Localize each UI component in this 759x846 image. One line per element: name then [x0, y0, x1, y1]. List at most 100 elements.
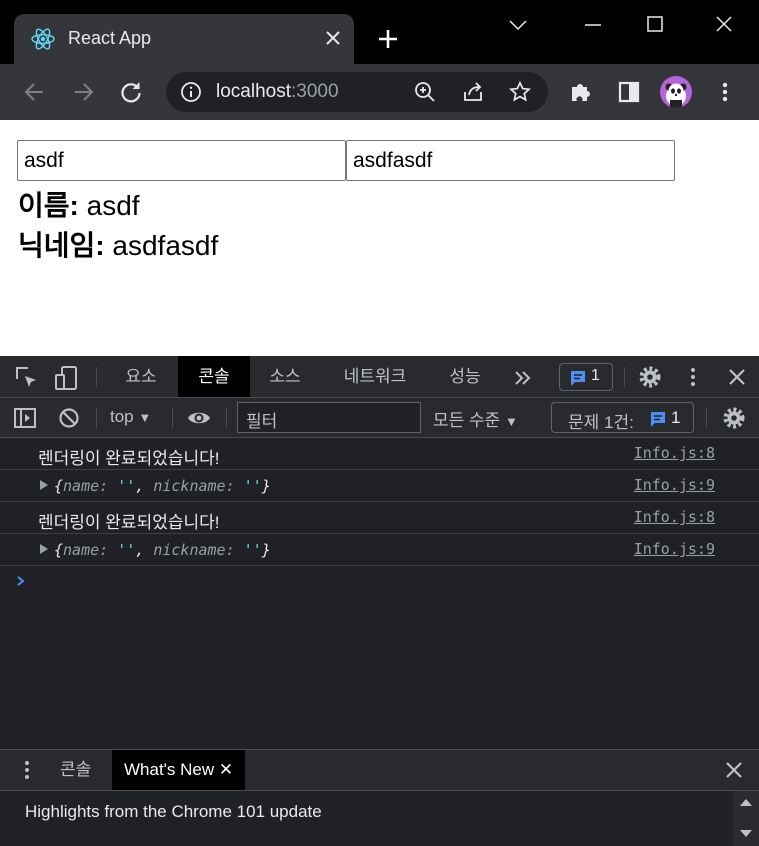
console-object-preview[interactable]: {name: '', nickname: ''} — [40, 541, 271, 559]
browser-menu-icon[interactable] — [711, 78, 739, 106]
more-tabs-chevron-icon[interactable] — [510, 365, 536, 391]
console-filter-input[interactable]: 필터 — [237, 402, 421, 433]
whats-new-headline: Highlights from the Chrome 101 update — [25, 802, 322, 821]
console-output: 렌더링이 완료되었습니다! Info.js:8 {name: '', nickn… — [0, 438, 759, 749]
object-key: name — [63, 477, 100, 495]
site-info-icon[interactable] — [180, 81, 202, 103]
bookmark-star-icon[interactable] — [508, 80, 532, 104]
console-object-preview[interactable]: {name: '', nickname: ''} — [40, 477, 271, 495]
extensions-puzzle-icon[interactable] — [567, 78, 595, 106]
nickname-input[interactable] — [346, 140, 675, 181]
whats-new-panel: Highlights from the Chrome 101 update — [0, 791, 759, 846]
object-key: nickname — [153, 477, 226, 495]
toolbar-separator — [624, 367, 625, 387]
context-selector[interactable]: top ▼ — [110, 407, 151, 427]
tab-elements[interactable]: 요소 — [108, 356, 174, 397]
name-display: 이름: asdf — [18, 184, 140, 224]
log-levels-dropdown[interactable]: 모든 수준 ▼ — [433, 406, 518, 431]
tab-sources[interactable]: 소스 — [254, 356, 316, 397]
settings-gear-icon[interactable] — [637, 364, 663, 390]
close-devtools-icon[interactable] — [724, 364, 750, 390]
live-expression-eye-icon[interactable] — [186, 405, 212, 431]
toolbar-separator — [96, 367, 97, 387]
console-message: {name: '', nickname: ''} Info.js:9 — [0, 470, 759, 502]
drawer-tab-console[interactable]: 콘솔 — [60, 750, 91, 790]
console-settings-gear-icon[interactable] — [721, 405, 747, 431]
new-tab-icon[interactable] — [374, 25, 402, 53]
expand-triangle-icon[interactable] — [40, 480, 48, 490]
issues-count: 1 — [671, 408, 681, 427]
toolbar-separator — [96, 408, 97, 428]
issues-label: 문제 1건: — [568, 413, 634, 432]
scroll-down-arrow-icon[interactable] — [739, 829, 753, 839]
issues-button[interactable]: 문제 1건: 1 — [551, 402, 694, 433]
url-text: localhost:3000 — [216, 81, 339, 103]
panda-avatar-icon — [665, 83, 687, 108]
nickname-label: 닉네임: — [18, 230, 105, 261]
log-levels-label: 모든 수준 — [433, 411, 501, 430]
tab-console[interactable]: 콘솔 — [178, 356, 250, 397]
console-prompt-chevron-icon[interactable] — [14, 574, 28, 588]
device-toolbar-icon[interactable] — [54, 365, 80, 391]
browser-tab[interactable]: React App — [14, 14, 354, 64]
object-value: '' — [243, 541, 262, 559]
scroll-up-arrow-icon[interactable] — [739, 797, 753, 807]
maximize-icon[interactable] — [635, 10, 675, 40]
expand-triangle-icon[interactable] — [40, 544, 48, 554]
drawer-tab-whats-new[interactable]: What's New ✕ — [112, 750, 246, 790]
devtools-menu-icon[interactable] — [680, 364, 706, 390]
scrollbar[interactable] — [733, 791, 759, 846]
source-link[interactable]: Info.js:8 — [634, 444, 715, 462]
name-input[interactable] — [17, 140, 346, 181]
close-drawer-icon[interactable] — [721, 757, 747, 783]
source-link[interactable]: Info.js:9 — [634, 540, 715, 558]
console-filter-bar: top ▼ 필터 모든 수준 ▼ 문제 1건: 1 — [0, 398, 759, 438]
dropdown-arrow-icon: ▼ — [138, 410, 152, 425]
object-value: '' — [117, 541, 136, 559]
drawer-tab-bar: 콘솔 What's New ✕ — [0, 749, 759, 791]
profile-avatar[interactable] — [660, 76, 692, 108]
console-message-text: 렌더링이 완료되었습니다! — [38, 513, 220, 532]
devtools-panel: 요소 콘솔 소스 네트워크 성능 1 top ▼ 필터 모든 수준 ▼ 문제 1… — [0, 356, 759, 846]
toolbar-separator — [226, 408, 227, 428]
tab-title: React App — [68, 28, 152, 48]
reload-icon[interactable] — [117, 78, 145, 106]
tab-network[interactable]: 네트워크 — [330, 356, 420, 397]
issue-message-icon — [651, 412, 665, 427]
drawer-tab-whats-new-label: What's New — [124, 760, 215, 779]
source-link[interactable]: Info.js:9 — [634, 476, 715, 494]
name-value: asdf — [86, 190, 140, 221]
browser-titlebar: React App — [0, 0, 759, 64]
source-link[interactable]: Info.js:8 — [634, 508, 715, 526]
close-drawer-tab-icon[interactable]: ✕ — [219, 760, 233, 779]
zoom-icon[interactable] — [413, 80, 437, 104]
page-viewport: 이름: asdf 닉네임: asdfasdf — [0, 120, 759, 356]
side-panel-icon[interactable] — [615, 78, 643, 106]
url-host: localhost — [216, 81, 291, 102]
console-message-text: 렌더링이 완료되었습니다! — [38, 449, 220, 468]
name-label: 이름: — [18, 190, 79, 221]
forward-arrow-icon[interactable] — [69, 78, 97, 106]
minimize-icon[interactable] — [573, 10, 613, 40]
close-tab-icon[interactable] — [322, 27, 344, 49]
nickname-value: asdfasdf — [112, 230, 219, 261]
share-icon[interactable] — [461, 80, 485, 104]
show-sidebar-icon[interactable] — [12, 405, 38, 431]
dropdown-arrow-icon: ▼ — [505, 414, 518, 429]
url-port: :3000 — [291, 81, 339, 102]
drawer-menu-icon[interactable] — [14, 757, 40, 783]
messages-badge-button[interactable]: 1 — [559, 363, 613, 391]
browser-toolbar: localhost:3000 — [0, 64, 759, 120]
address-bar[interactable]: localhost:3000 — [166, 72, 548, 112]
devtools-tab-bar: 요소 콘솔 소스 네트워크 성능 1 — [0, 356, 759, 398]
clear-console-icon[interactable] — [56, 405, 82, 431]
message-icon — [571, 371, 585, 386]
back-arrow-icon[interactable] — [21, 78, 49, 106]
window-close-icon[interactable] — [704, 10, 744, 40]
tab-search-chevron-icon[interactable] — [498, 10, 538, 40]
toolbar-separator — [172, 408, 173, 428]
tab-performance[interactable]: 성능 — [432, 356, 498, 397]
inspect-element-icon[interactable] — [14, 365, 40, 391]
react-logo-icon — [31, 28, 55, 50]
toolbar-separator — [706, 408, 707, 428]
